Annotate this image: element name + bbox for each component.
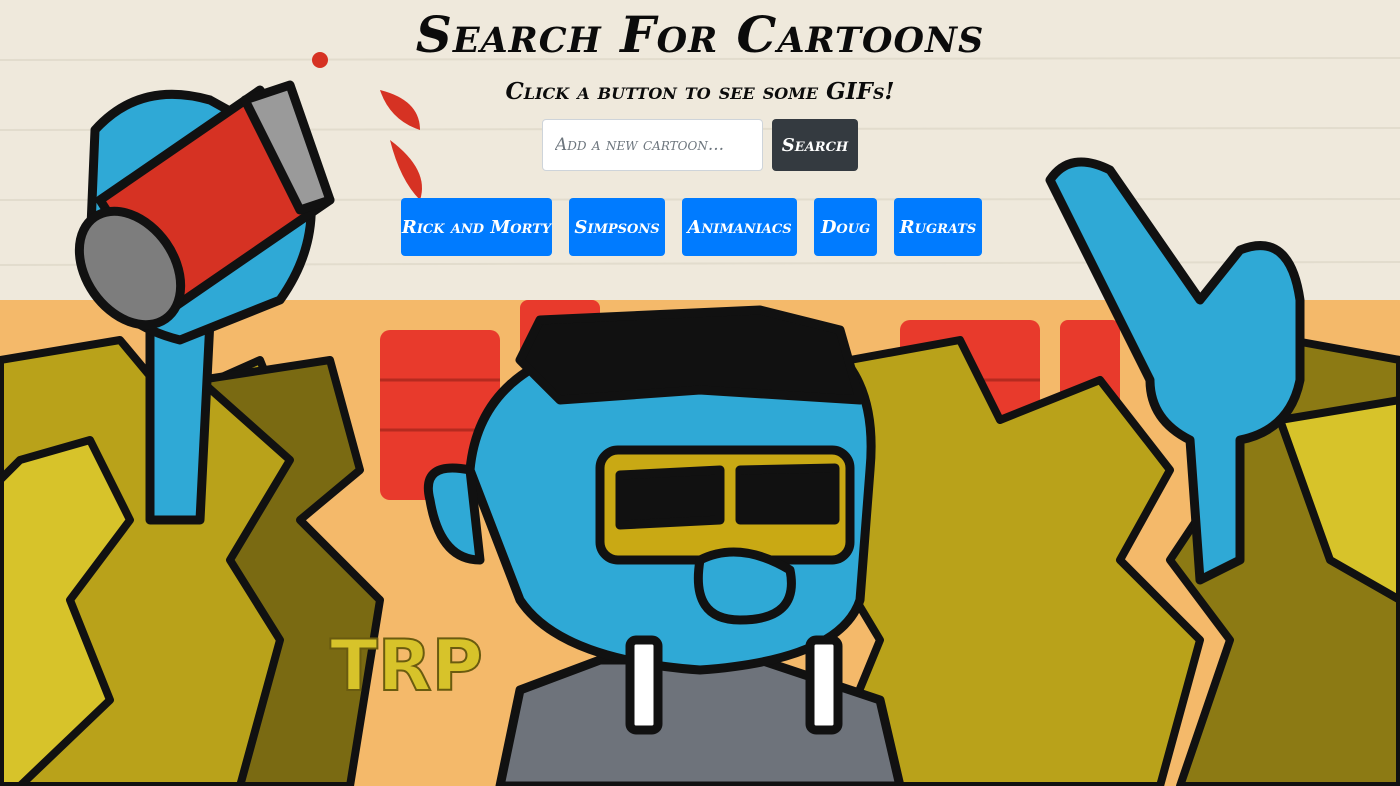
cartoon-button-simpsons[interactable]: Simpsons: [569, 198, 665, 256]
add-cartoon-form: Search: [542, 119, 858, 171]
svg-text:TRP: TRP: [330, 625, 483, 707]
page-title: Search For Cartoons: [415, 5, 985, 64]
cartoon-button-rick-and-morty[interactable]: Rick and Morty: [401, 198, 552, 256]
cartoon-button-rugrats[interactable]: Rugrats: [894, 198, 982, 256]
cartoon-button-row: Rick and Morty Simpsons Animaniacs Doug …: [0, 198, 1400, 256]
cartoon-button-animaniacs[interactable]: Animaniacs: [682, 198, 797, 256]
search-button[interactable]: Search: [772, 119, 858, 171]
graffiti-mural-background: TRP: [0, 0, 1400, 786]
page-subtitle: Click a button to see some GIFs!: [505, 78, 895, 105]
cartoon-button-doug[interactable]: Doug: [814, 198, 877, 256]
add-cartoon-input[interactable]: [542, 119, 763, 171]
